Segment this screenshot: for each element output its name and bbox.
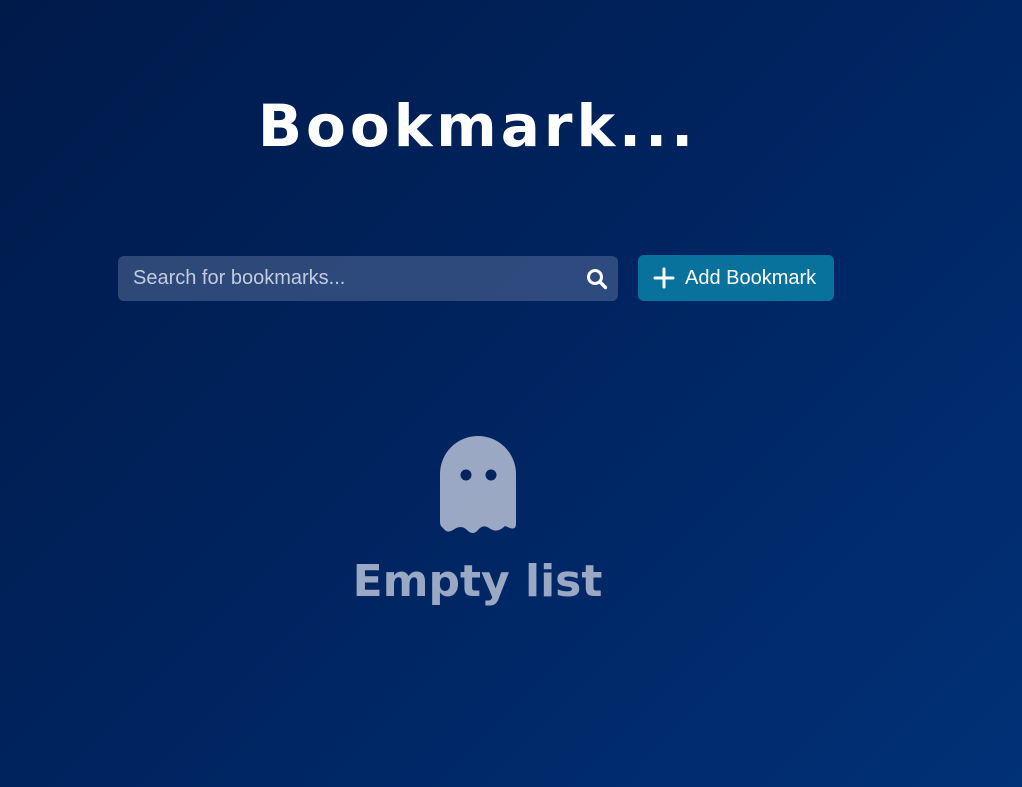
search-input[interactable] [118, 256, 578, 301]
search-icon[interactable] [585, 267, 609, 291]
empty-list-label: Empty list [352, 556, 603, 607]
page-title: Bookmark... [257, 92, 698, 160]
plus-icon [653, 267, 675, 289]
ghost-icon [439, 436, 517, 538]
empty-state: Empty list [0, 436, 955, 610]
add-bookmark-button[interactable]: Add Bookmark [638, 255, 834, 301]
add-bookmark-label: Add Bookmark [685, 266, 817, 289]
search-bar [118, 256, 618, 301]
